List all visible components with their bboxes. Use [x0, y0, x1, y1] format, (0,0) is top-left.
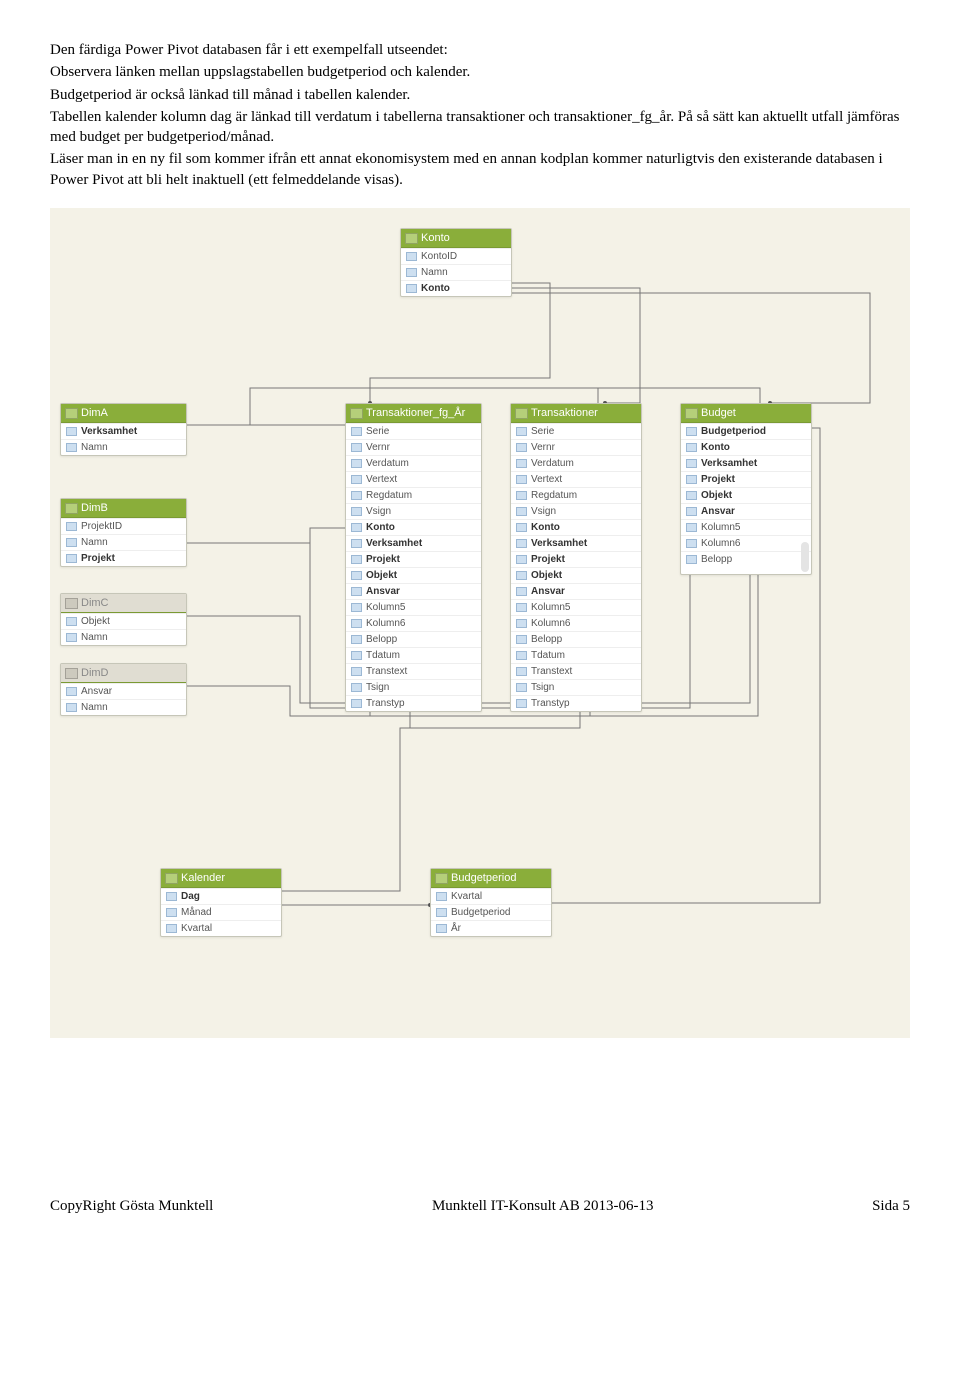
para-2: Observera länken mellan uppslagstabellen… — [50, 62, 910, 82]
field: Verksamhet — [511, 535, 641, 551]
page-footer: CopyRight Gösta Munktell Munktell IT-Kon… — [50, 1198, 910, 1215]
para-5: Läser man in en ny fil som kommer ifrån … — [50, 149, 910, 190]
table-header: DimC — [61, 594, 186, 613]
field: Projekt — [511, 551, 641, 567]
table-dimc[interactable]: DimC Objekt Namn — [60, 593, 187, 646]
field: Ansvar — [346, 583, 481, 599]
field: Objekt — [681, 487, 811, 503]
field: År — [431, 920, 551, 936]
field: Budgetperiod — [681, 423, 811, 439]
para-3: Budgetperiod är också länkad till månad … — [50, 85, 910, 105]
field: Ansvar — [511, 583, 641, 599]
scrollbar-icon[interactable] — [801, 542, 809, 572]
field: Vernr — [511, 439, 641, 455]
table-header: DimB — [61, 499, 186, 518]
field: Objekt — [61, 613, 186, 629]
table-dima[interactable]: DimA Verksamhet Namn — [60, 403, 187, 456]
field: Kolumn5 — [346, 599, 481, 615]
field: Kolumn6 — [681, 535, 811, 551]
para-1: Den färdiga Power Pivot databasen får i … — [50, 40, 910, 60]
field: KontoID — [401, 248, 511, 264]
field: Objekt — [511, 567, 641, 583]
field: Kolumn5 — [511, 599, 641, 615]
field: Vertext — [346, 471, 481, 487]
footer-left: CopyRight Gösta Munktell — [50, 1198, 213, 1215]
field: Transtyp — [511, 695, 641, 711]
field: Namn — [401, 264, 511, 280]
field: Belopp — [511, 631, 641, 647]
field: Tsign — [511, 679, 641, 695]
field: Ansvar — [681, 503, 811, 519]
table-budget[interactable]: Budget Budgetperiod Konto Verksamhet Pro… — [680, 403, 812, 575]
field: Transtext — [511, 663, 641, 679]
field: Kvartal — [431, 888, 551, 904]
field: Tdatum — [346, 647, 481, 663]
field: Månad — [161, 904, 281, 920]
field: Kolumn5 — [681, 519, 811, 535]
table-budgetperiod[interactable]: Budgetperiod Kvartal Budgetperiod År — [430, 868, 552, 937]
field: Verdatum — [346, 455, 481, 471]
field: Verksamhet — [61, 423, 186, 439]
field: Transtyp — [346, 695, 481, 711]
field: Namn — [61, 699, 186, 715]
field: Konto — [346, 519, 481, 535]
field: Kvartal — [161, 920, 281, 936]
para-4: Tabellen kalender kolumn dag är länkad t… — [50, 107, 910, 148]
table-kalender[interactable]: Kalender Dag Månad Kvartal — [160, 868, 282, 937]
powerpivot-diagram: Konto KontoID Namn Konto DimA Verksamhet… — [50, 208, 910, 1038]
field: ProjektID — [61, 518, 186, 534]
field: Namn — [61, 439, 186, 455]
footer-right: Sida 5 — [872, 1198, 910, 1215]
field: Tdatum — [511, 647, 641, 663]
field: Projekt — [346, 551, 481, 567]
field: Transtext — [346, 663, 481, 679]
field: Konto — [681, 439, 811, 455]
field: Objekt — [346, 567, 481, 583]
field: Belopp — [681, 551, 811, 567]
field: Belopp — [346, 631, 481, 647]
field: Projekt — [681, 471, 811, 487]
table-transaktioner[interactable]: Transaktioner Serie Vernr Verdatum Verte… — [510, 403, 642, 712]
field: Verksamhet — [681, 455, 811, 471]
field: Serie — [346, 423, 481, 439]
table-header: Konto — [401, 229, 511, 248]
table-dimb[interactable]: DimB ProjektID Namn Projekt — [60, 498, 187, 567]
field: Konto — [401, 280, 511, 296]
field: Vsign — [346, 503, 481, 519]
table-header: Budgetperiod — [431, 869, 551, 888]
table-header: Kalender — [161, 869, 281, 888]
field: Regdatum — [346, 487, 481, 503]
field: Ansvar — [61, 683, 186, 699]
field: Budgetperiod — [431, 904, 551, 920]
table-header: DimD — [61, 664, 186, 683]
field: Kolumn6 — [346, 615, 481, 631]
field: Serie — [511, 423, 641, 439]
field: Projekt — [61, 550, 186, 566]
field: Namn — [61, 629, 186, 645]
field: Verksamhet — [346, 535, 481, 551]
table-header: Budget — [681, 404, 811, 423]
footer-center: Munktell IT-Konsult AB 2013-06-13 — [432, 1198, 654, 1215]
field: Vernr — [346, 439, 481, 455]
table-transaktioner-fg-ar[interactable]: Transaktioner_fg_År Serie Vernr Verdatum… — [345, 403, 482, 712]
field: Verdatum — [511, 455, 641, 471]
table-header: DimA — [61, 404, 186, 423]
table-header: Transaktioner_fg_År — [346, 404, 481, 423]
field: Dag — [161, 888, 281, 904]
field: Konto — [511, 519, 641, 535]
field: Namn — [61, 534, 186, 550]
table-header: Transaktioner — [511, 404, 641, 423]
field: Vertext — [511, 471, 641, 487]
table-dimd[interactable]: DimD Ansvar Namn — [60, 663, 187, 716]
field: Vsign — [511, 503, 641, 519]
body-text: Den färdiga Power Pivot databasen får i … — [50, 40, 910, 190]
table-konto[interactable]: Konto KontoID Namn Konto — [400, 228, 512, 297]
field: Kolumn6 — [511, 615, 641, 631]
field: Regdatum — [511, 487, 641, 503]
field: Tsign — [346, 679, 481, 695]
